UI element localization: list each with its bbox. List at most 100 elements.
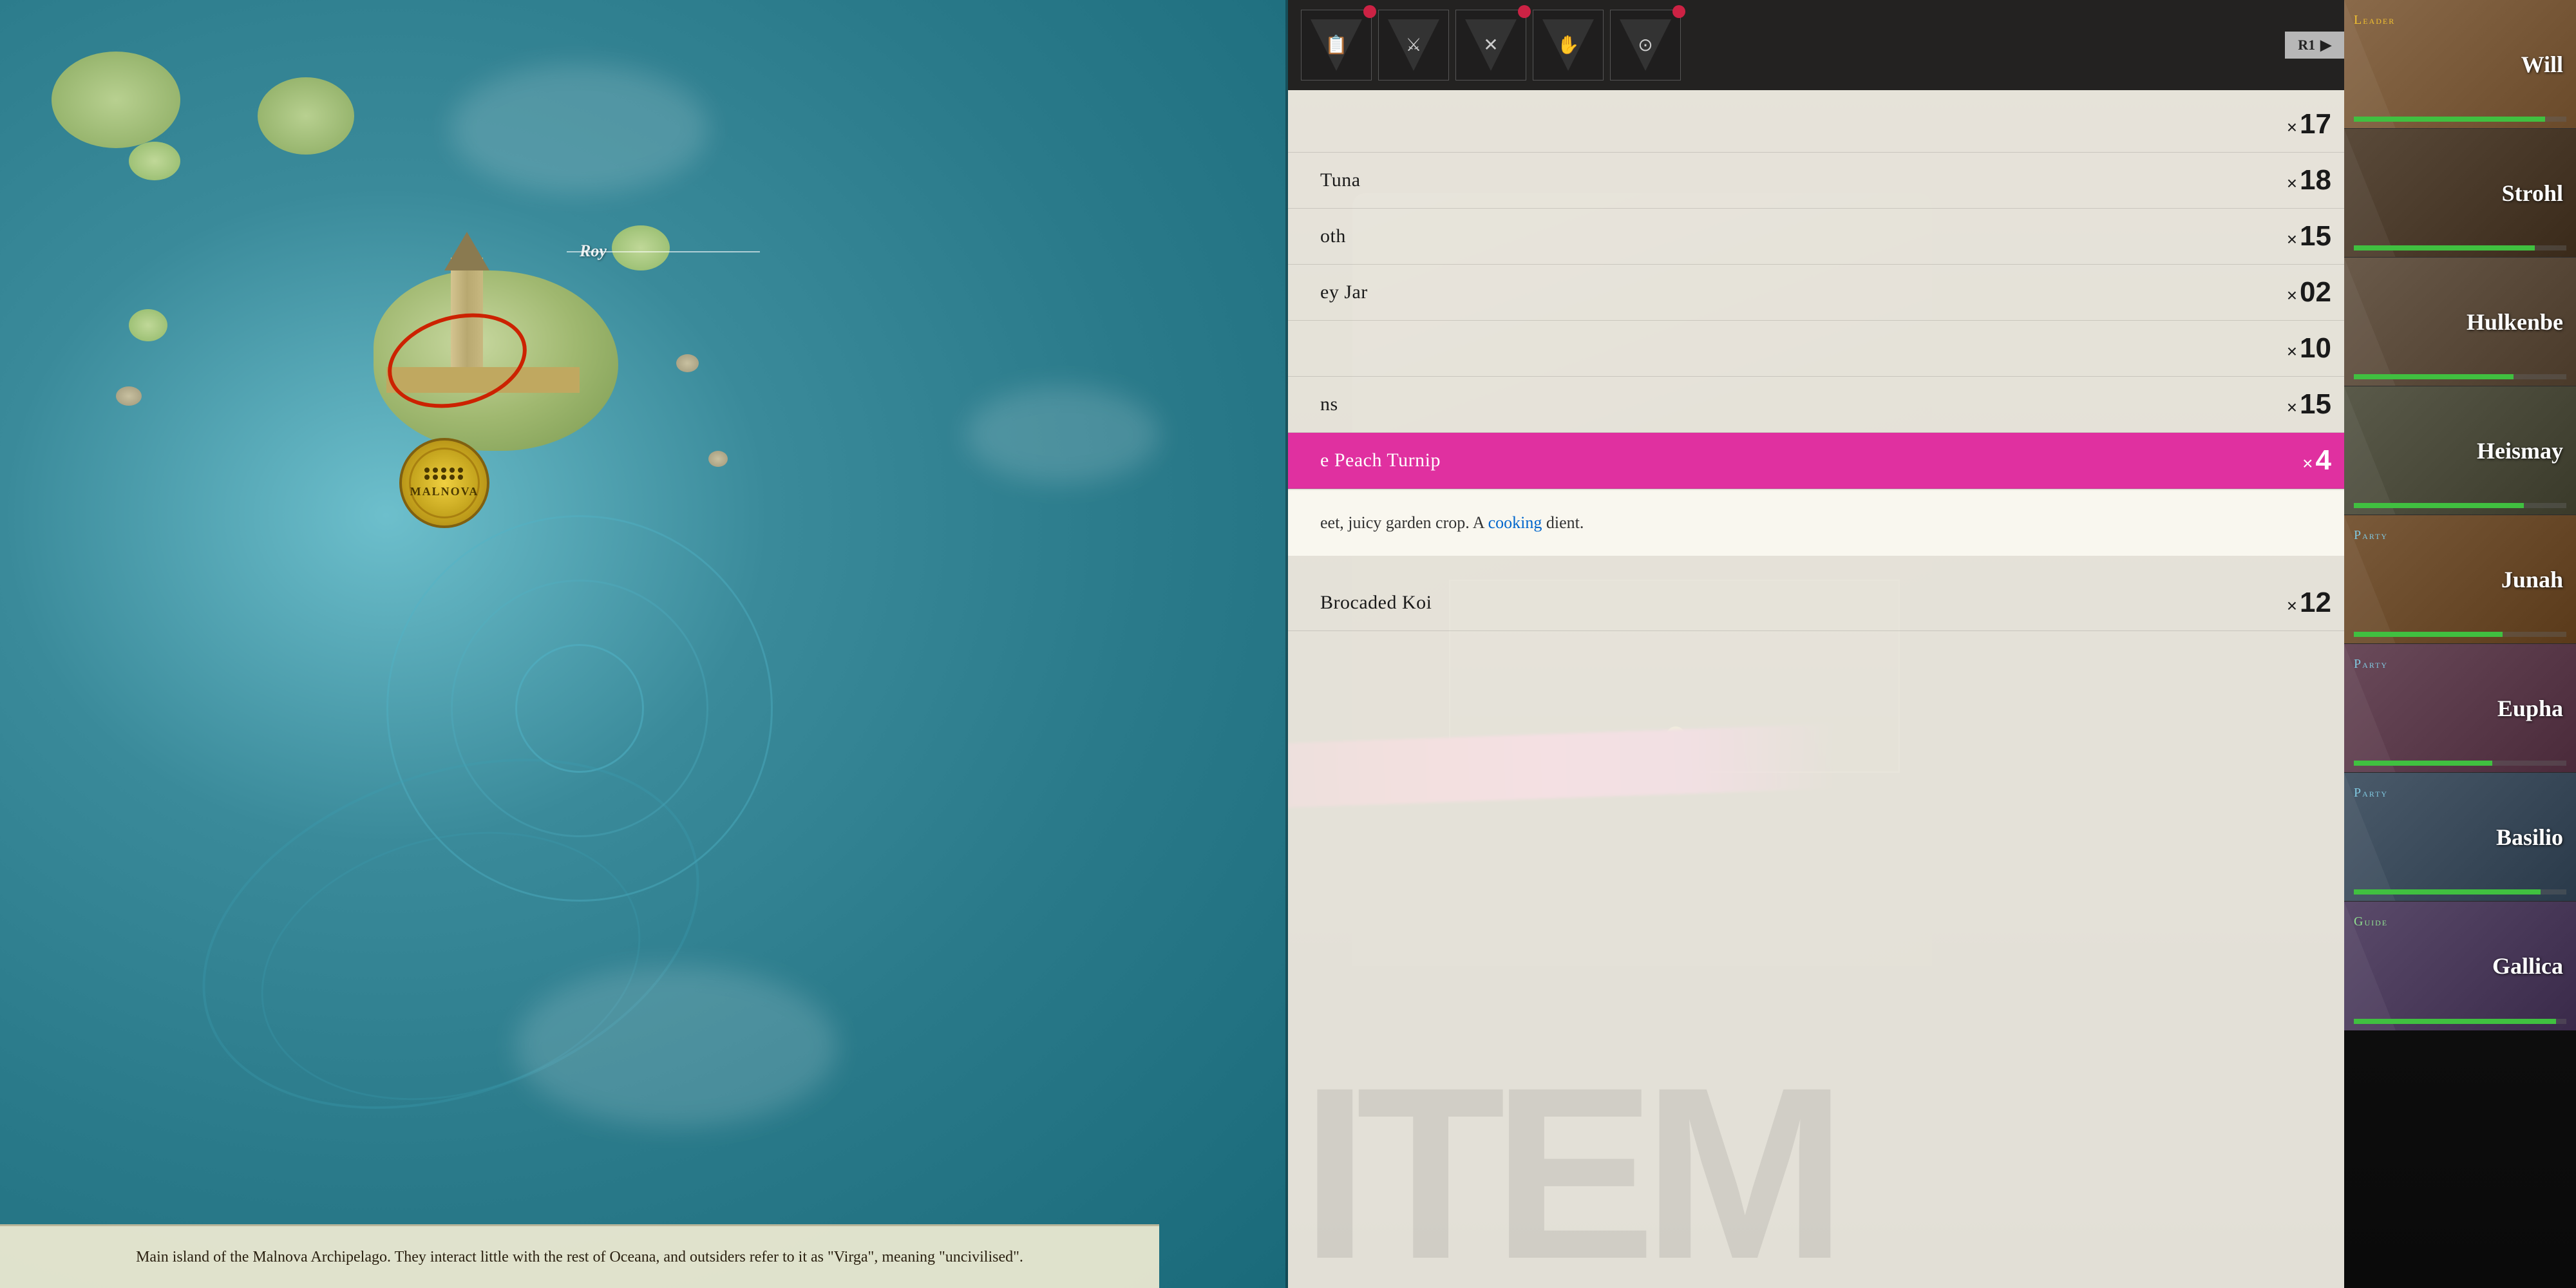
- char-health-fill-eupha: [2354, 761, 2492, 766]
- char-item-eupha[interactable]: Party Eupha: [2344, 644, 2576, 773]
- qty-x-7: ×: [2287, 596, 2297, 616]
- char-health-bar-gallica: [2354, 1019, 2566, 1024]
- gold-emblem: MALNOVA: [399, 438, 489, 528]
- item-row-2[interactable]: oth ×15: [1288, 209, 2357, 265]
- item-qty-5: ×15: [2254, 388, 2331, 421]
- tab-icon-question: ⊙: [1638, 34, 1653, 56]
- qty-x-4: ×: [2287, 341, 2297, 361]
- qty-x-5: ×: [2287, 397, 2297, 417]
- emblem-dot: [441, 475, 446, 480]
- emblem-dot: [424, 468, 430, 473]
- char-tab-shape-heismay: [2344, 386, 2396, 515]
- char-health-bar-junah: [2354, 632, 2566, 637]
- char-tab-shape-hulken: [2344, 258, 2396, 386]
- item-qty-3: ×02: [2254, 276, 2331, 308]
- map-panel: MALNOVA Roy Main island of the Malnova A…: [0, 0, 1288, 1288]
- qty-x-6: ×: [2302, 453, 2313, 473]
- char-health-fill-strohl: [2354, 245, 2535, 251]
- char-health-fill-heismay: [2354, 503, 2524, 508]
- char-health-bar-heismay: [2354, 503, 2566, 508]
- item-row-0[interactable]: ×17: [1288, 97, 2357, 153]
- char-name-strohl: Strohl: [2502, 180, 2563, 207]
- nav-tab-1[interactable]: 📋: [1301, 10, 1372, 80]
- emblem-dot: [458, 468, 463, 473]
- char-item-basilio[interactable]: Party Basilio: [2344, 773, 2576, 902]
- item-name-7: Brocaded Koi: [1320, 592, 2254, 614]
- char-name-heismay: Heismay: [2477, 437, 2563, 464]
- tab-icon-notepad: 📋: [1325, 34, 1348, 56]
- r1-arrow-icon: ▶: [2320, 37, 2331, 53]
- item-qty-2: ×15: [2254, 220, 2331, 252]
- island-small-2: [129, 309, 167, 341]
- character-sidebar: Leader Will Strohl Hulkenbe: [2344, 0, 2576, 1288]
- char-health-fill-junah: [2354, 632, 2503, 637]
- nav-tab-2[interactable]: ⚔: [1378, 10, 1449, 80]
- rock-3: [676, 354, 699, 372]
- item-name-2: oth: [1320, 225, 2254, 247]
- qty-x-3: ×: [2287, 285, 2297, 305]
- char-item-heismay[interactable]: Heismay: [2344, 386, 2576, 515]
- item-list: ×17 Tuna ×18 oth ×15 ey Jar: [1288, 90, 2357, 638]
- location-description-text: Main island of the Malnova Archipelago. …: [26, 1245, 1133, 1269]
- nav-tab-5[interactable]: ⊙: [1610, 10, 1681, 80]
- cooking-link[interactable]: cooking: [1488, 513, 1542, 532]
- rock-2: [708, 451, 728, 467]
- nav-tabs-bar: 📋 ⚔ ✕ ✋ ⊙: [1288, 0, 2357, 90]
- map-label-line: [567, 251, 760, 252]
- char-health-fill-basilio: [2354, 889, 2541, 895]
- emblem-dots: [424, 468, 464, 480]
- emblem-dot: [424, 475, 430, 480]
- emblem-dot: [458, 475, 463, 480]
- nav-tab-4[interactable]: ✋: [1533, 10, 1604, 80]
- item-name-5: ns: [1320, 393, 2254, 415]
- tower-roof: [444, 232, 489, 270]
- tab-icon-hand: ✋: [1557, 34, 1580, 56]
- item-qty-1: ×18: [2254, 164, 2331, 196]
- item-row-1[interactable]: Tuna ×18: [1288, 153, 2357, 209]
- rock-1: [116, 386, 142, 406]
- item-row-5[interactable]: ns ×15: [1288, 377, 2357, 433]
- item-menu: 📋 ⚔ ✕ ✋ ⊙: [1288, 0, 2357, 1288]
- item-detail-description: eet, juicy garden crop. A cooking dient.: [1320, 509, 2325, 536]
- qty-x-1: ×: [2287, 173, 2297, 193]
- nav-dot-5: [1672, 5, 1685, 18]
- nav-tab-3[interactable]: ✕: [1455, 10, 1526, 80]
- island-top-right: [258, 77, 354, 155]
- char-health-fill-gallica: [2354, 1019, 2556, 1024]
- char-health-fill-hulken: [2354, 374, 2514, 379]
- char-health-bar-basilio: [2354, 889, 2566, 895]
- tab-icon-x: ✕: [1483, 34, 1498, 56]
- char-label-junah: Party: [2354, 528, 2388, 543]
- cloud-3: [515, 966, 837, 1127]
- char-item-strohl[interactable]: Strohl: [2344, 129, 2576, 258]
- char-name-junah: Junah: [2501, 566, 2563, 593]
- char-name-hulken: Hulkenbe: [2467, 308, 2563, 336]
- item-row-3[interactable]: ey Jar ×02: [1288, 265, 2357, 321]
- char-item-hulkenbe[interactable]: Hulkenbe: [2344, 258, 2576, 386]
- item-qty-7: ×12: [2254, 587, 2331, 619]
- item-qty-0: ×17: [2254, 108, 2331, 140]
- emblem-dot: [450, 468, 455, 473]
- nav-dot-3: [1518, 5, 1531, 18]
- emblem-dot: [433, 475, 438, 480]
- cloud-1: [451, 64, 708, 193]
- island-small-1: [129, 142, 180, 180]
- r1-button[interactable]: R1 ▶: [2285, 32, 2344, 59]
- item-row-6-selected[interactable]: e Peach Turnip ×4: [1288, 433, 2357, 489]
- nav-dot-1: [1363, 5, 1376, 18]
- item-detail-panel: eet, juicy garden crop. A cooking dient.: [1288, 489, 2357, 556]
- char-label-gallica: Guide: [2354, 914, 2388, 929]
- island-top-left: [52, 52, 180, 148]
- char-label-basilio: Party: [2354, 786, 2388, 800]
- char-item-junah[interactable]: Party Junah: [2344, 515, 2576, 644]
- char-label-eupha: Party: [2354, 657, 2388, 672]
- island-small-3: [612, 225, 670, 270]
- char-item-will[interactable]: Leader Will: [2344, 0, 2576, 129]
- item-row-4[interactable]: ×10: [1288, 321, 2357, 377]
- emblem-dot: [450, 475, 455, 480]
- char-name-eupha: Eupha: [2497, 695, 2563, 722]
- char-item-gallica[interactable]: Guide Gallica: [2344, 902, 2576, 1030]
- cloud-2: [966, 386, 1159, 483]
- game-ui-panel: 📋 ⚔ ✕ ✋ ⊙: [1288, 0, 2576, 1288]
- item-row-7[interactable]: Brocaded Koi ×12: [1288, 575, 2357, 631]
